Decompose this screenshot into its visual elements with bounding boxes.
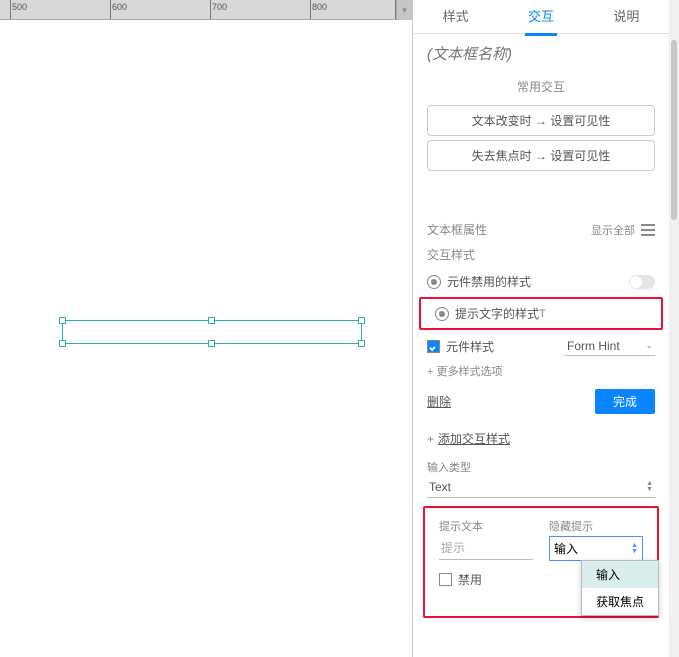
disabled-style-toggle[interactable] bbox=[629, 275, 655, 289]
widget-style-row: 元件样式 Form Hint ⌄ bbox=[413, 332, 669, 361]
selected-textfield-widget[interactable] bbox=[62, 320, 362, 344]
more-style-options-link[interactable]: + 更多样式选项 bbox=[413, 361, 669, 381]
design-canvas[interactable]: 500 600 700 800 9 ▾ bbox=[0, 0, 413, 657]
tab-interaction-label: 交互 bbox=[528, 9, 554, 24]
inspector-tabs: 样式 交互 说明 bbox=[413, 0, 669, 34]
common-interactions-label: 常用交互 bbox=[413, 70, 669, 101]
interaction-text-change-button[interactable]: 文本改变时 → 设置可见性 bbox=[427, 105, 655, 136]
tab-notes-label: 说明 bbox=[613, 9, 639, 24]
hide-hint-value: 输入 bbox=[554, 540, 578, 557]
hint-text-style-label: 提示文字的样式 bbox=[455, 305, 539, 322]
dropdown-option-input[interactable]: 输入 bbox=[582, 561, 658, 588]
inspector-panel: 样式 交互 说明 常用交互 文本改变时 → 设置可见性 失去焦点时 → 设置可见… bbox=[413, 0, 679, 657]
tab-style-label: 样式 bbox=[443, 9, 469, 24]
dropdown-option-focus[interactable]: 获取焦点 bbox=[582, 588, 658, 615]
widget-style-label: 元件样式 bbox=[446, 338, 565, 355]
hint-text-input[interactable]: 提示 bbox=[439, 536, 533, 560]
hamburger-icon[interactable] bbox=[641, 224, 655, 236]
input-type-label: 输入类型 bbox=[413, 455, 669, 475]
target-icon bbox=[427, 275, 441, 289]
input-type-value: Text bbox=[429, 480, 451, 494]
widget-style-select[interactable]: Form Hint ⌄ bbox=[565, 337, 655, 356]
disabled-style-label: 元件禁用的样式 bbox=[447, 273, 629, 290]
hint-text-label: 提示文本 bbox=[439, 516, 533, 536]
interaction-lost-focus-button[interactable]: 失去焦点时 → 设置可见性 bbox=[427, 140, 655, 171]
tab-style[interactable]: 样式 bbox=[413, 0, 498, 33]
interaction-style-section-label: 交互样式 bbox=[427, 246, 475, 263]
hint-text-style-row[interactable]: 提示文字的样式 T bbox=[421, 299, 661, 328]
horizontal-ruler: 500 600 700 800 9 bbox=[0, 0, 412, 20]
scrollbar-thumb[interactable] bbox=[671, 40, 677, 220]
disabled-style-row[interactable]: 元件禁用的样式 bbox=[413, 268, 669, 295]
target-icon bbox=[435, 307, 449, 321]
add-interaction-style-label: 添加交互样式 bbox=[438, 432, 510, 446]
disable-label: 禁用 bbox=[458, 571, 482, 588]
widget-style-checkbox[interactable] bbox=[427, 340, 440, 353]
hide-hint-label: 隐藏提示 bbox=[549, 516, 643, 536]
hide-hint-select[interactable]: 输入 ▲▼ bbox=[549, 536, 643, 561]
textbox-properties-label: 文本框属性 bbox=[427, 221, 487, 238]
chevron-down-icon: ⌄ bbox=[645, 340, 653, 351]
tab-interaction[interactable]: 交互 bbox=[498, 0, 583, 33]
select-arrows-icon: ▲▼ bbox=[631, 543, 638, 555]
widget-style-value: Form Hint bbox=[567, 339, 620, 353]
stepper-icon: ▲▼ bbox=[646, 481, 653, 493]
widget-name-input[interactable] bbox=[427, 46, 655, 63]
tab-notes[interactable]: 说明 bbox=[584, 0, 669, 33]
disable-checkbox[interactable] bbox=[439, 573, 452, 586]
panel-scrollbar[interactable] bbox=[669, 0, 679, 657]
show-all-link[interactable]: 显示全部 bbox=[591, 222, 635, 238]
text-style-icon[interactable]: T bbox=[539, 308, 546, 320]
input-type-select[interactable]: Text ▲▼ bbox=[427, 477, 655, 498]
delete-link[interactable]: 删除 bbox=[427, 393, 595, 410]
done-button[interactable]: 完成 bbox=[595, 389, 655, 414]
add-interaction-style-link[interactable]: + 添加交互样式 bbox=[413, 422, 669, 455]
plus-icon: + bbox=[427, 432, 434, 446]
hide-hint-dropdown: 输入 获取焦点 bbox=[581, 560, 659, 616]
ruler-corner-icon[interactable]: ▾ bbox=[396, 0, 412, 20]
